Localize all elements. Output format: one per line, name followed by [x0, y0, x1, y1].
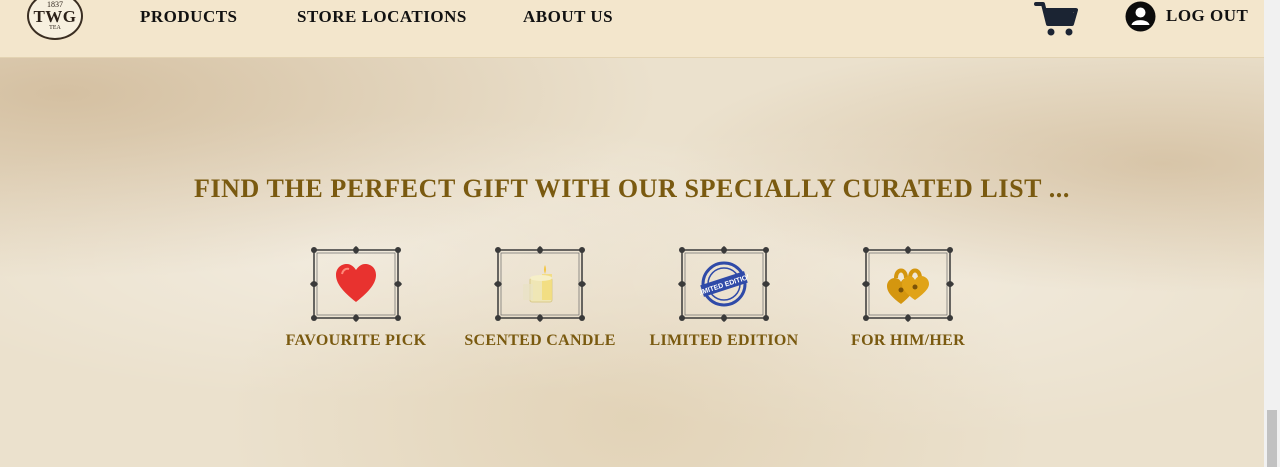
shopping-cart-icon[interactable]: [1034, 0, 1080, 38]
gift-label: SCENTED CANDLE: [464, 332, 616, 349]
scrollbar-thumb[interactable]: [1267, 410, 1277, 467]
ornate-frame: [494, 246, 586, 322]
logo-sub: TEA: [49, 25, 61, 31]
parchment-background: [0, 0, 1264, 467]
logo-mark: TWG: [33, 7, 77, 26]
gift-label: FAVOURITE PICK: [285, 332, 427, 349]
gift-label: FOR HIM/HER: [851, 332, 965, 349]
gift-tile-favourite-pick[interactable]: FAVOURITE PICK: [256, 246, 456, 350]
gift-tile-for-him-her[interactable]: FOR HIM/HER: [808, 246, 1008, 350]
ornate-frame: [862, 246, 954, 322]
twin-hearts-lock-icon: [884, 260, 932, 308]
ornate-frame: LIMITED EDITION: [678, 246, 770, 322]
site-header: 1837 TWG TEA PRODUCTS STORE LOCATIONS AB…: [0, 0, 1264, 58]
gift-tile-limited-edition[interactable]: LIMITED EDITION LIMITED EDITION: [624, 246, 824, 350]
page-scrollbar[interactable]: [1264, 0, 1280, 467]
ornate-frame: [310, 246, 402, 322]
candle-icon: [516, 260, 564, 308]
nav-products[interactable]: PRODUCTS: [140, 7, 238, 27]
nav-store-locations[interactable]: STORE LOCATIONS: [297, 7, 467, 27]
logout-label: LOG OUT: [1166, 6, 1249, 25]
heart-icon: [332, 260, 380, 308]
gift-label: LIMITED EDITION: [649, 332, 799, 349]
twg-tea-logo[interactable]: 1837 TWG TEA: [27, 0, 83, 40]
user-circle-icon: [1125, 1, 1156, 32]
limited-edition-stamp-icon: LIMITED EDITION: [696, 260, 753, 308]
nav-about-us[interactable]: ABOUT US: [523, 7, 613, 27]
gift-section-heading: FIND THE PERFECT GIFT WITH OUR SPECIALLY…: [193, 174, 1071, 203]
gift-tile-scented-candle[interactable]: SCENTED CANDLE: [440, 246, 640, 350]
